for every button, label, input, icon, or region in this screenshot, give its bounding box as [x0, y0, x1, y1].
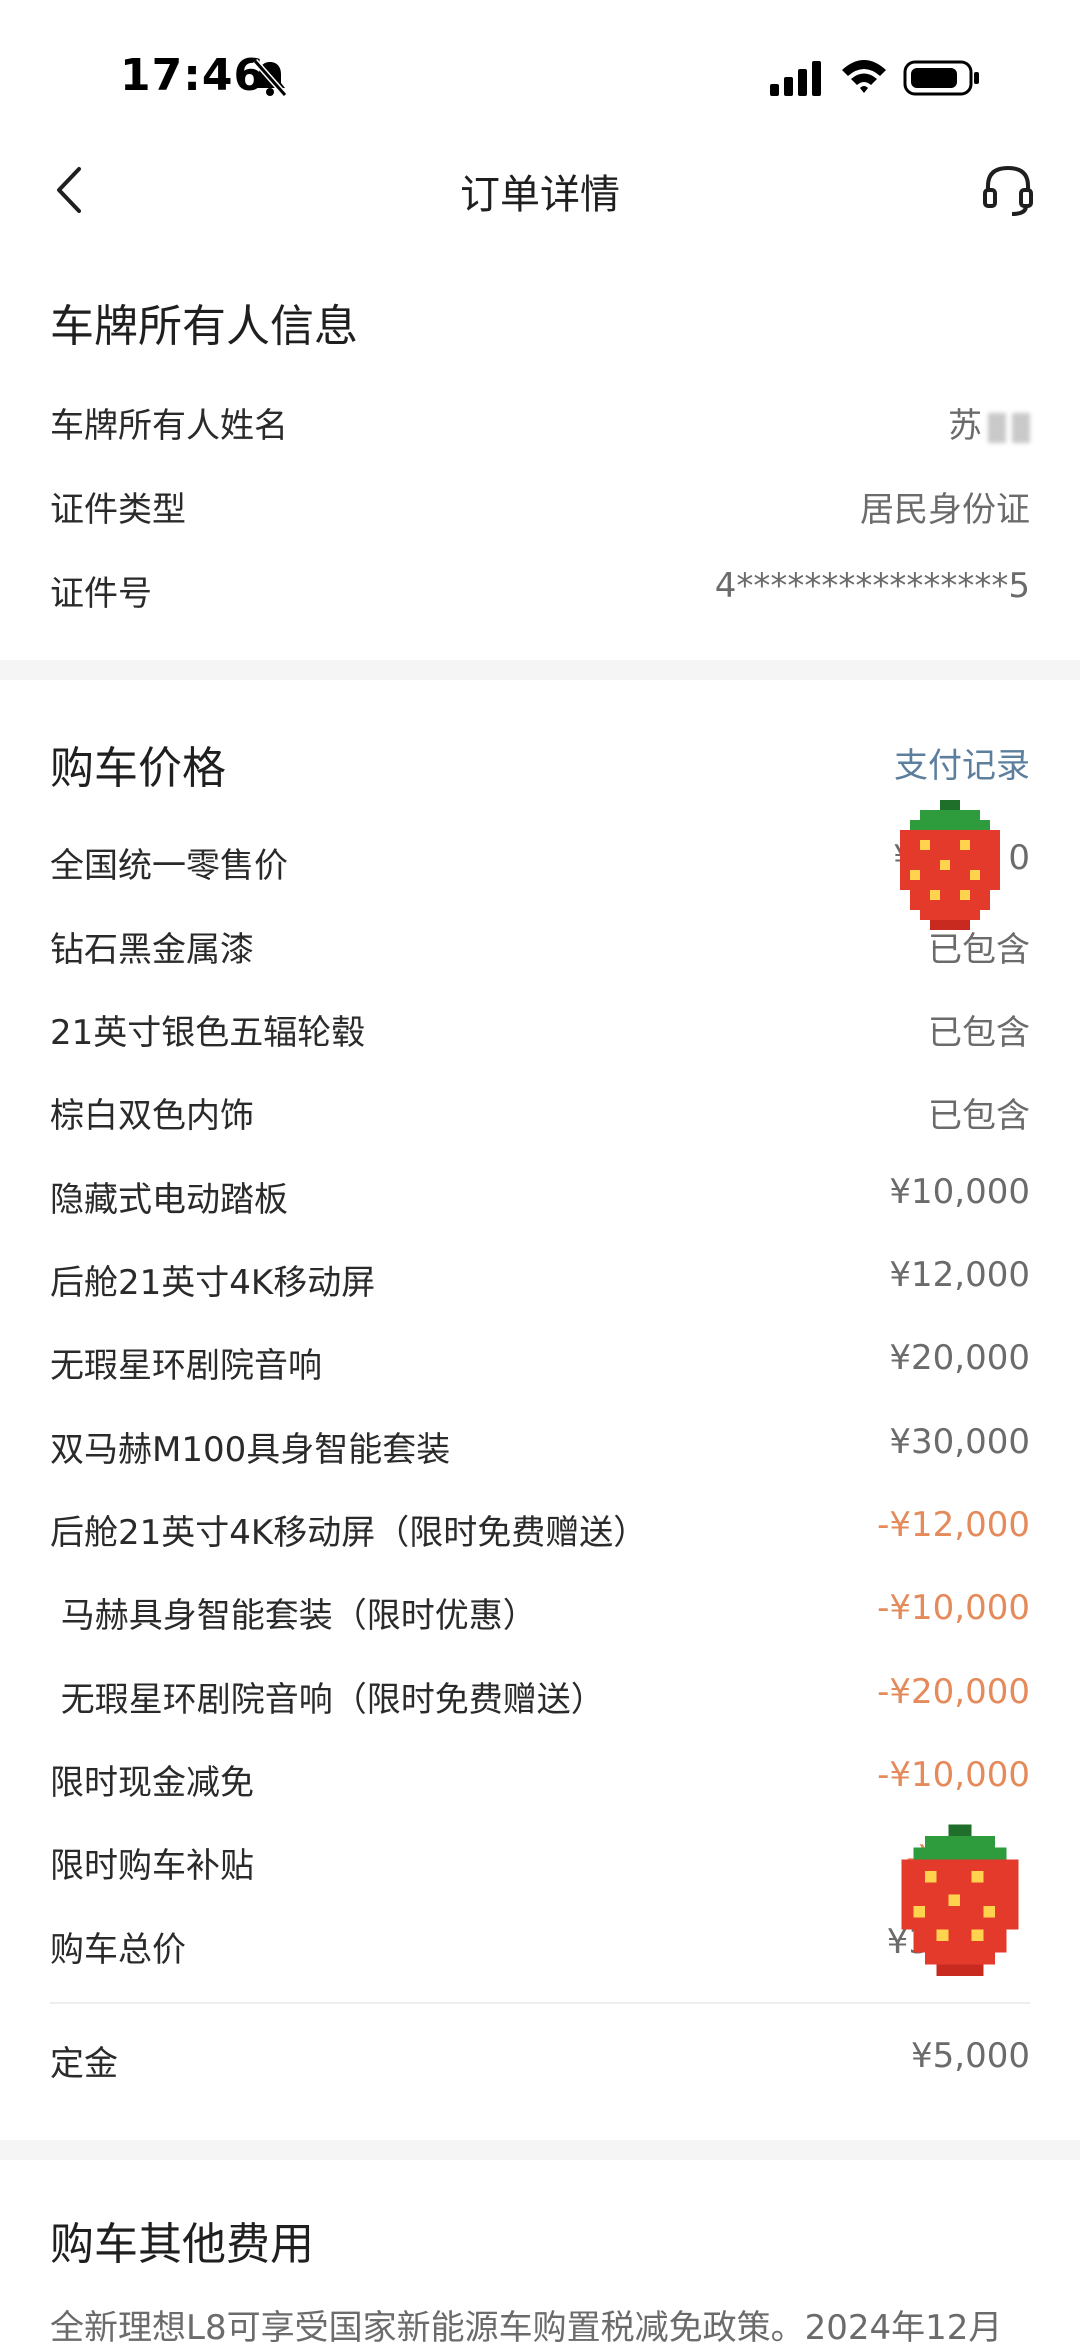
owner-section-title: 车牌所有人信息	[50, 301, 358, 352]
price-row-label: 棕白双色内饰	[50, 1096, 254, 1136]
masked-text	[988, 412, 1006, 443]
price-row-value: -¥20,000	[877, 1672, 1030, 1712]
price-row: 限时购车补贴 -¥	[50, 1838, 1030, 1894]
price-row: 隐藏式电动踏板 ¥10,000	[50, 1172, 1030, 1228]
battery-icon	[903, 60, 979, 96]
owner-name-text: 苏	[948, 406, 982, 446]
page-title: 订单详情	[460, 172, 620, 218]
strawberry-sticker-icon	[901, 1824, 1019, 1976]
price-section-title: 购车价格	[50, 743, 226, 794]
price-row: 无瑕星环剧院音响 ¥20,000	[50, 1338, 1030, 1394]
owner-info-section: 车牌所有人信息 车牌所有人姓名 苏 证件类型 居民身份证 证件号 4******…	[0, 260, 1080, 660]
id-number-label: 证件号	[50, 574, 152, 614]
price-row-label: 限时购车补贴	[50, 1846, 254, 1886]
price-row-label: 限时现金减免	[50, 1763, 254, 1803]
price-row-value: 已包含	[928, 1013, 1030, 1053]
price-row-value: -¥10,000	[877, 1755, 1030, 1795]
price-row-value-tail: 0	[1008, 838, 1030, 878]
price-row-label: 钻石黑金属漆	[50, 930, 254, 970]
price-row: 21英寸银色五辐轮毂 已包含	[50, 1005, 1030, 1061]
price-row-value: ¥10,000	[889, 1172, 1030, 1212]
status-time: 17:46	[120, 50, 266, 101]
price-row-value: -¥12,000	[877, 1505, 1030, 1545]
id-number-value: 4****************5	[714, 566, 1030, 606]
payment-records-link[interactable]: 支付记录	[894, 738, 1030, 787]
section-gap	[0, 660, 1080, 680]
price-row: 全国统一零售价 ¥30	[50, 838, 1030, 894]
wifi-icon	[842, 60, 886, 93]
masked-text	[1012, 412, 1030, 443]
price-row-value: -¥10,000	[877, 1588, 1030, 1628]
price-row-label: 无瑕星环剧院音响（限时免费赠送）	[50, 1680, 605, 1720]
total-price-label: 购车总价	[50, 1930, 186, 1970]
deposit-label: 定金	[50, 2044, 118, 2084]
owner-name-row: 车牌所有人姓名 苏	[50, 398, 1030, 454]
id-number-row: 证件号 4****************5	[50, 566, 1030, 622]
price-row-label: 隐藏式电动踏板	[50, 1180, 288, 1220]
price-row: 双马赫M100具身智能套装 ¥30,000	[50, 1422, 1030, 1478]
price-row-label: 无瑕星环剧院音响	[50, 1346, 322, 1386]
id-type-label: 证件类型	[50, 490, 186, 530]
signal-icon	[770, 61, 821, 96]
price-row-label: 全国统一零售价	[50, 846, 288, 886]
customer-service-button[interactable]	[976, 158, 1040, 222]
price-row-label: 双马赫M100具身智能套装	[50, 1430, 451, 1470]
price-row: 无瑕星环剧院音响（限时免费赠送） -¥20,000	[50, 1672, 1030, 1728]
divider	[50, 2002, 1030, 2004]
owner-name-value: 苏	[948, 398, 1030, 447]
price-row: 棕白双色内饰 已包含	[50, 1088, 1030, 1144]
total-price-row: 购车总价 ¥3	[50, 1922, 1030, 1978]
strawberry-sticker-icon	[900, 800, 1000, 930]
status-bar: 17:46	[0, 0, 1080, 120]
price-row: 后舱21英寸4K移动屏 ¥12,000	[50, 1255, 1030, 1311]
id-type-value: 居民身份证	[860, 490, 1030, 530]
section-gap	[0, 2140, 1080, 2160]
other-fees-title: 购车其他费用	[50, 2219, 314, 2270]
bell-slash-icon	[252, 59, 288, 97]
headset-icon	[983, 165, 1033, 216]
owner-name-label: 车牌所有人姓名	[50, 406, 288, 446]
price-row-label: 21英寸银色五辐轮毂	[50, 1013, 366, 1053]
deposit-row: 定金 ¥5,000	[50, 2036, 1030, 2092]
nav-bar: 订单详情	[0, 140, 1080, 240]
price-row: 后舱21英寸4K移动屏（限时免费赠送） -¥12,000	[50, 1505, 1030, 1561]
price-row-value: ¥12,000	[889, 1255, 1030, 1295]
order-detail-page: 17:46 订单详情 车牌所有人信息 车牌所有人姓名 苏 证件类型 居民身份证 …	[0, 0, 1080, 2347]
price-row-value: ¥20,000	[889, 1338, 1030, 1378]
price-row: 限时现金减免 -¥10,000	[50, 1755, 1030, 1811]
price-row-label: 后舱21英寸4K移动屏	[50, 1263, 376, 1303]
price-row: 钻石黑金属漆 已包含	[50, 922, 1030, 978]
price-row-label: 马赫具身智能套装（限时优惠）	[50, 1596, 537, 1636]
price-row-value: 已包含	[928, 1096, 1030, 1136]
price-row: 马赫具身智能套装（限时优惠） -¥10,000	[50, 1588, 1030, 1644]
price-row-label: 后舱21英寸4K移动屏（限时免费赠送）	[50, 1513, 648, 1553]
price-row-value: ¥30,000	[889, 1422, 1030, 1462]
id-type-row: 证件类型 居民身份证	[50, 482, 1030, 538]
deposit-value: ¥5,000	[911, 2036, 1030, 2076]
tax-note-text: 全新理想L8可享受国家新能源车购置税减免政策。2024年12月	[50, 2308, 1003, 2347]
